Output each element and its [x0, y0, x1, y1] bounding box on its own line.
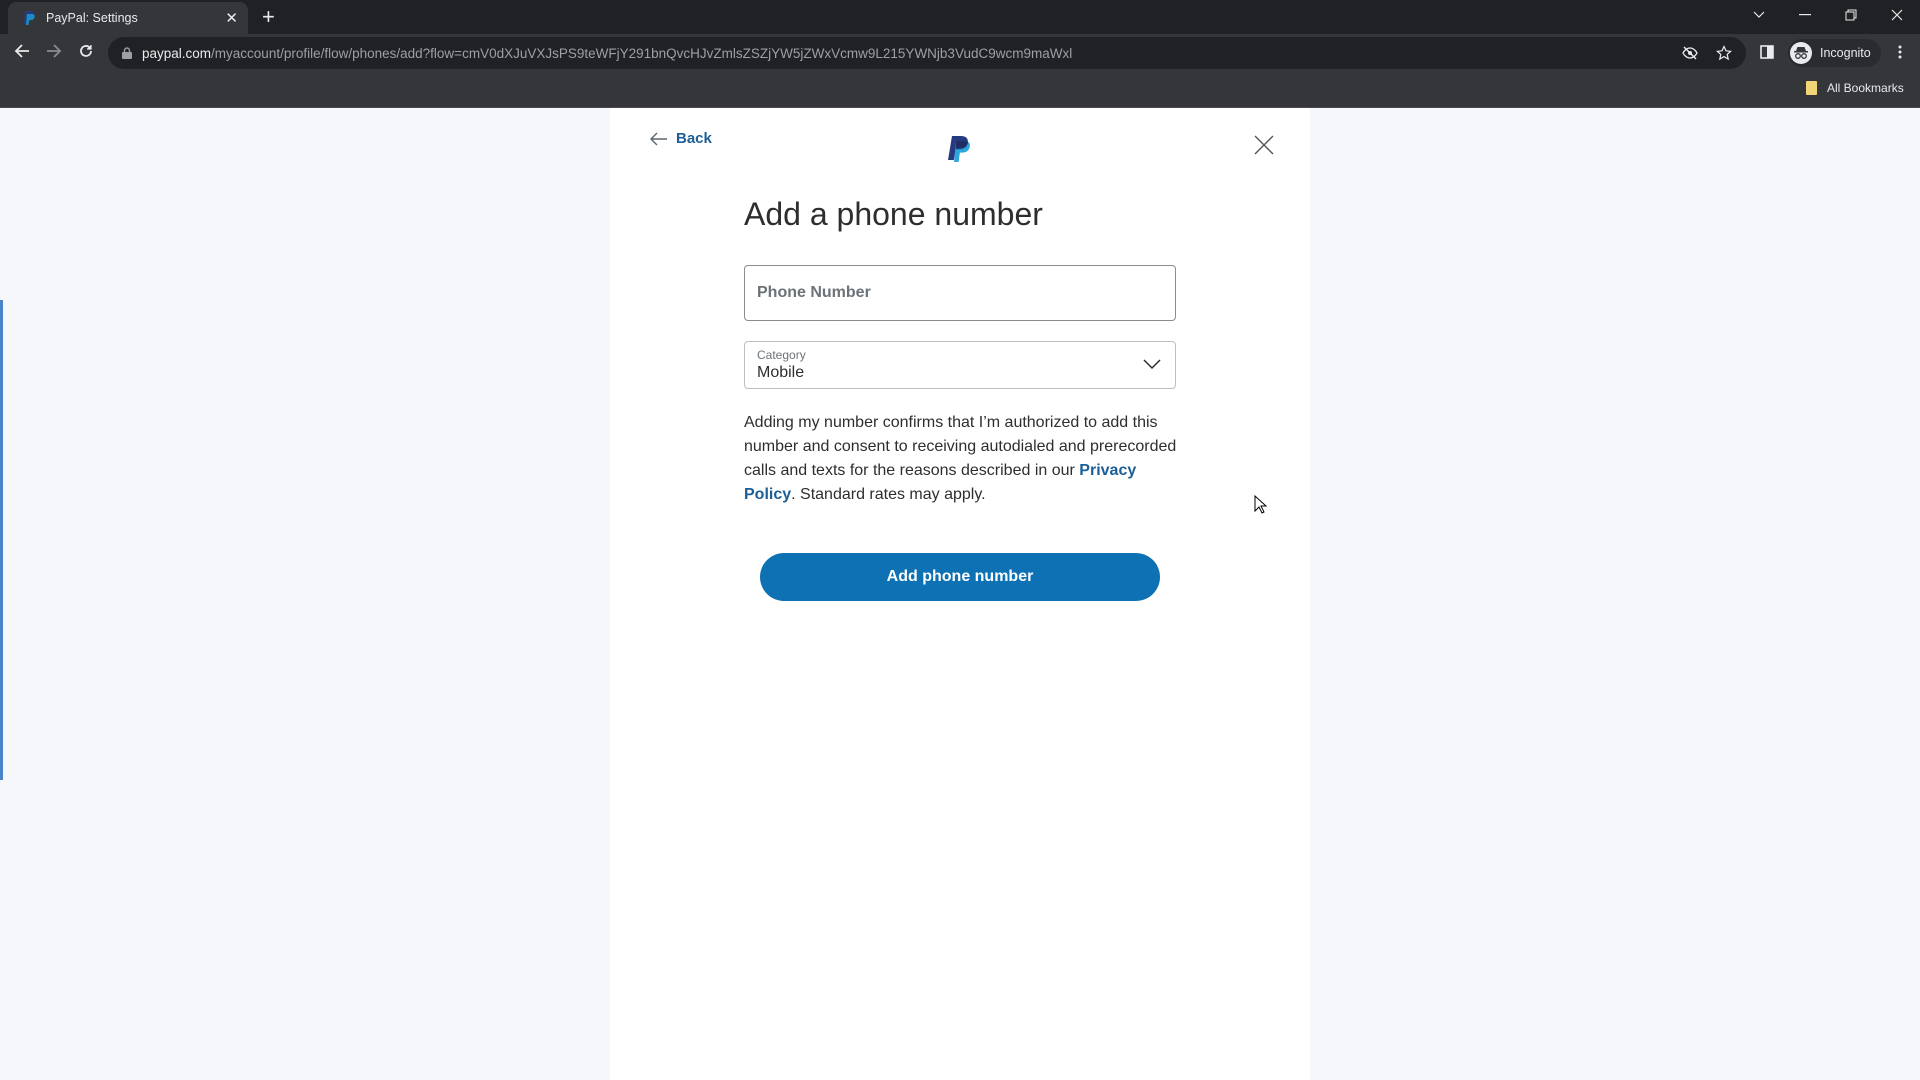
back-link[interactable]: Back — [650, 130, 712, 147]
address-bar[interactable]: paypal.com/myaccount/profile/flow/phones… — [108, 37, 1746, 69]
back-nav-icon[interactable] — [10, 41, 34, 65]
reload-icon[interactable] — [74, 41, 98, 65]
browser-tab[interactable]: PayPal: Settings ✕ — [8, 2, 248, 34]
category-label: Category — [757, 348, 806, 362]
category-value: Mobile — [757, 364, 805, 381]
arrow-left-icon — [650, 132, 667, 145]
page-title: Add a phone number — [744, 196, 1043, 232]
category-select[interactable]: Category Mobile — [744, 341, 1176, 389]
profile-label: Incognito — [1820, 46, 1871, 60]
page-background: Back Add a phone number Category Mobile … — [0, 108, 1920, 1080]
browser-toolbar: paypal.com/myaccount/profile/flow/phones… — [0, 34, 1920, 72]
url-host: paypal.com — [142, 45, 212, 61]
incognito-profile-button[interactable]: Incognito — [1788, 39, 1881, 67]
new-tab-button[interactable]: + — [262, 4, 275, 30]
restore-button[interactable] — [1828, 0, 1874, 30]
close-window-button[interactable] — [1874, 0, 1920, 30]
chevron-down-icon — [1143, 359, 1161, 370]
consent-text: Adding my number confirms that I’m autho… — [744, 411, 1184, 507]
minimize-button[interactable] — [1782, 0, 1828, 30]
url-path: /myaccount/profile/flow/phones/add?flow=… — [211, 45, 1073, 61]
consent-text-after: . Standard rates may apply. — [791, 486, 986, 503]
side-panel-icon[interactable] — [1755, 41, 1779, 65]
bookmark-folder-icon — [1806, 81, 1817, 95]
tab-title: PayPal: Settings — [46, 11, 138, 25]
back-label: Back — [676, 130, 712, 147]
tab-close-icon[interactable]: ✕ — [225, 9, 238, 27]
paypal-logo-icon — [948, 136, 970, 162]
all-bookmarks-label: All Bookmarks — [1827, 81, 1904, 95]
forward-nav-icon[interactable] — [42, 41, 66, 65]
mouse-cursor-icon — [1254, 495, 1268, 514]
incognito-icon — [1790, 42, 1812, 64]
browser-menu-icon[interactable] — [1888, 41, 1912, 65]
left-accent-bar — [0, 300, 3, 780]
tab-search-chevron-icon[interactable] — [1736, 0, 1782, 30]
phone-number-field[interactable] — [744, 265, 1176, 321]
add-phone-number-button[interactable]: Add phone number — [760, 553, 1160, 601]
phone-number-input[interactable] — [745, 266, 1175, 320]
eye-off-icon[interactable] — [1682, 46, 1698, 60]
all-bookmarks-button[interactable]: All Bookmarks — [1806, 81, 1904, 95]
browser-tab-bar: PayPal: Settings ✕ + — [0, 0, 1920, 34]
bookmark-star-icon[interactable] — [1716, 45, 1732, 61]
add-phone-card: Back Add a phone number Category Mobile … — [610, 108, 1310, 1080]
close-icon[interactable] — [1253, 134, 1275, 156]
bookmark-bar: All Bookmarks — [0, 72, 1920, 108]
paypal-favicon-icon — [24, 11, 35, 25]
lock-icon — [122, 47, 132, 59]
